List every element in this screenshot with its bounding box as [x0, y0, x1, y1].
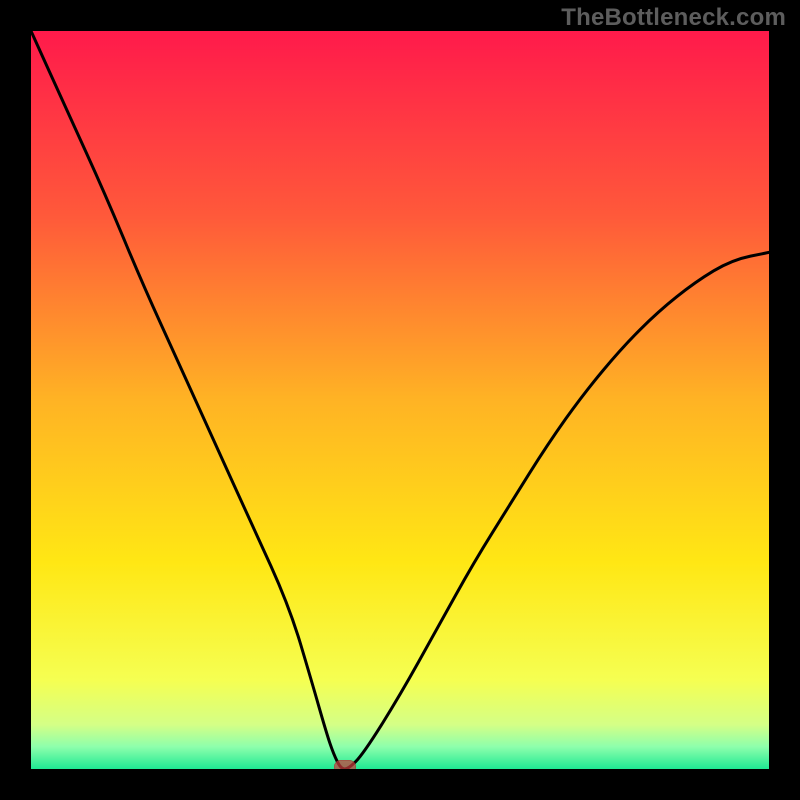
- gradient-background: [31, 31, 769, 769]
- bottleneck-chart: [31, 31, 769, 769]
- optimum-marker: [334, 760, 356, 769]
- attribution-text: TheBottleneck.com: [561, 4, 786, 32]
- chart-frame: TheBottleneck.com: [0, 0, 800, 800]
- plot-area: [31, 31, 769, 769]
